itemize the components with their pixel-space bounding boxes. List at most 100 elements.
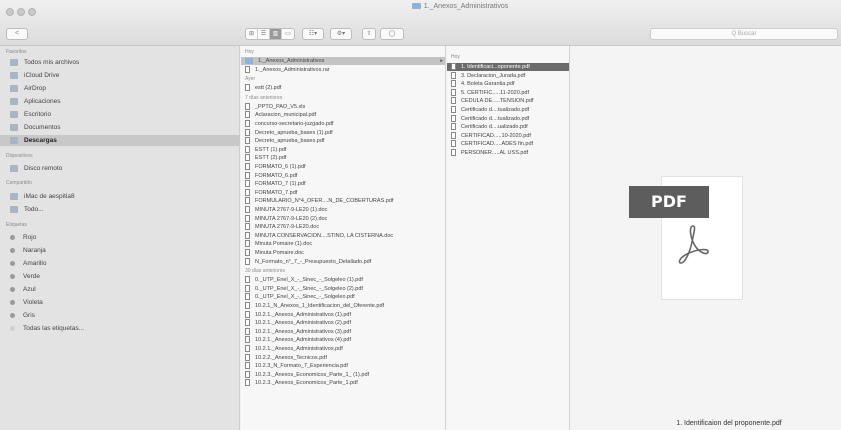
file-row[interactable]: Certificado d....tualizado.pdf [451, 106, 569, 114]
file-row[interactable]: 10.2.1._Anexos_Administrativos (2).pdf [245, 319, 445, 327]
pdf-file-icon [451, 106, 456, 114]
file-row[interactable]: FORMATO_7.pdf [245, 188, 445, 197]
file-row[interactable]: 10.2.3_N_Formato_7_Experiencia.pdf [245, 362, 445, 370]
file-row[interactable]: 10.2.3._Anexos_Economicos_Parte_1_ (1).p… [245, 370, 445, 379]
document-icon [245, 223, 250, 231]
file-row[interactable]: 10.2.1_N_Anexos_1_Identificacion_del_Ofe… [245, 302, 445, 310]
close-window-button[interactable] [6, 8, 14, 16]
file-row[interactable]: 10.2.1._Anexos_Administrativos (4).pdf [245, 336, 445, 344]
file-row[interactable]: Aclaracion_municipal.pdf [245, 111, 445, 119]
file-row[interactable]: concurso-secretario-juzgado.pdf [245, 120, 445, 128]
tag-dot-icon [10, 234, 15, 240]
icon-view-icon[interactable]: ⊞ [246, 29, 258, 39]
sidebar-all-tags[interactable]: Todas las etiquetas... [10, 323, 235, 334]
file-row[interactable]: Certificado d....ualizado.pdf [451, 123, 569, 131]
window-title: 1._Anexos_Administrativos [360, 3, 560, 10]
file-row[interactable]: 1. Identificaci...oponente.pdf [447, 63, 569, 71]
file-name: 10.2.1._Anexos_Administrativos (4).pdf [255, 337, 351, 344]
file-row[interactable]: 5. CERTIFIC.....11-2020.pdf [451, 88, 569, 97]
file-name: 1. Identificaci...oponente.pdf [461, 64, 530, 70]
file-row[interactable]: ESTT (1).pdf [245, 145, 445, 154]
file-row[interactable]: Decreto_aprueba_bases.pdf [245, 137, 445, 145]
sidebar-tag-violeta[interactable]: Violeta [10, 297, 235, 308]
sidebar-item-icloud[interactable]: iCloud Drive [10, 70, 235, 81]
action-gear-icon[interactable]: ⚙▾ [330, 28, 352, 40]
file-row[interactable]: FORMATO_7 (1).pdf [245, 180, 445, 188]
file-row[interactable]: PERSONER.....AL USS.pdf [451, 149, 569, 157]
file-row[interactable]: 10.2.1._Anexos_Administrativos (3).pdf [245, 327, 445, 336]
file-name: 0._UTP_Enel_X_-_Sinec_-_Solgeleo (2).pdf [255, 285, 363, 292]
file-row[interactable]: CEDULA DE.....TENSION.pdf [451, 97, 569, 105]
pdf-file-icon [451, 123, 456, 131]
file-row[interactable]: N_Formato_n°_7_-_Presupuesto_Detallado.p… [245, 257, 445, 266]
file-row[interactable]: 10.2.3._Anexos_Economicos_Parte_1.pdf [245, 379, 445, 387]
sidebar-item-all-files[interactable]: Todos mis archivos [10, 57, 235, 68]
sidebar-item-airdrop[interactable]: AirDrop [10, 83, 235, 94]
gallery-view-icon[interactable]: ▭ [282, 29, 294, 39]
file-row[interactable]: CERTIFICAD.....ADES fin.pdf [451, 140, 569, 148]
view-mode-selector[interactable]: ⊞ ☰ ▥ ▭ [245, 28, 295, 40]
search-input[interactable]: Q Buscar [650, 28, 838, 40]
file-row[interactable]: 10.2.1._Anexos_Administrativos (1).pdf [245, 310, 445, 319]
file-row[interactable]: FORMATO_6 (1).pdf [245, 163, 445, 171]
file-row[interactable]: 3. Declaracion_Jurada.pdf [451, 71, 569, 80]
file-row[interactable]: ESTT (2).pdf [245, 154, 445, 162]
file-name: FORMATO_7.pdf [255, 189, 298, 196]
file-row[interactable]: MINUTA 2767-9-LE20 (1).doc [245, 206, 445, 214]
file-row[interactable]: estt (2).pdf [245, 84, 445, 92]
folder-row[interactable]: 1._Anexos_Administrativos ▸ [241, 57, 445, 65]
file-row[interactable]: MINUTA 2767-9-LE20.doc [245, 223, 445, 231]
back-button[interactable]: < [6, 28, 28, 40]
file-row[interactable]: _PPTO_PAO_V5.xls [245, 102, 445, 111]
file-name: FORMULARIO_N°4_OFER....N_DE_COBERTURAS.p… [255, 198, 394, 205]
sidebar-item-applications[interactable]: Aplicaciones [10, 96, 235, 107]
file-row[interactable]: 1._Anexos_Administrativos.rar [245, 65, 445, 74]
cloud-icon [10, 71, 18, 79]
tags-icon[interactable]: ◯ [380, 28, 404, 40]
sidebar-item-remote-disk[interactable]: Disco remoto [10, 163, 235, 174]
file-column-2: Hoy 1. Identificaci...oponente.pdf 3. Decl… [447, 46, 570, 430]
sidebar-tag-gris[interactable]: Gris [10, 310, 235, 321]
file-name: concurso-secretario-juzgado.pdf [255, 121, 334, 127]
file-row[interactable]: 10.2.2._Anexos_Tecnicos.pdf [245, 353, 445, 362]
disk-icon [10, 164, 18, 172]
file-row[interactable]: CERTIFICAD.....10-2020.pdf [451, 131, 569, 140]
sidebar-item-documents[interactable]: Documentos [10, 122, 235, 133]
tag-dot-icon [10, 286, 15, 292]
minimize-window-button[interactable] [17, 8, 25, 16]
file-row[interactable]: 4. Boleta Garantia.pdf [451, 80, 569, 88]
sidebar-item-downloads[interactable]: Descargas [0, 135, 240, 146]
sidebar-tag-verde[interactable]: Verde [10, 271, 235, 282]
file-name: 5. CERTIFIC.....11-2020.pdf [461, 89, 529, 96]
list-view-icon[interactable]: ☰ [258, 29, 270, 39]
file-row[interactable]: MINUTA CONSERVACION....STINO, LA CISTERN… [245, 231, 445, 240]
file-row[interactable]: 0._UTP_Enel_X_-_Sinec_-_Solgeleo (1).pdf [245, 276, 445, 284]
document-icon [245, 137, 250, 145]
file-name: FORMATO_6 (1).pdf [255, 164, 306, 170]
sidebar-tag-naranja[interactable]: Naranja [10, 245, 235, 256]
sidebar-tag-azul[interactable]: Azul [10, 284, 235, 295]
share-icon[interactable]: ⇧ [362, 28, 376, 40]
file-row[interactable]: Minuta Pomaire (1).doc [245, 240, 445, 248]
file-row[interactable]: 0._UTP_Enel_X_-_Sinec_-_Solgeleo (2).pdf [245, 284, 445, 293]
file-row[interactable]: Certificado d....tualizado.pdf [451, 114, 569, 123]
sidebar-tag-rojo[interactable]: Rojo [10, 232, 235, 243]
sidebar-tag-amarillo[interactable]: Amarillo [10, 258, 235, 269]
file-name: ESTT (2).pdf [255, 155, 287, 162]
zoom-window-button[interactable] [28, 8, 36, 16]
file-row[interactable]: MINUTA 2767-9-LE20 (2).doc [245, 214, 445, 223]
sidebar-item-all-shared[interactable]: Todo... [10, 204, 235, 215]
file-row[interactable]: 0._UTP_Enel_X_-_Sinec_-_Solgeleo.pdf [245, 293, 445, 301]
group-by-button[interactable]: ☷▾ [302, 28, 324, 40]
file-name: 10.2.1._Anexos_Administrativos (3).pdf [255, 328, 351, 335]
file-row[interactable]: FORMATO_6.pdf [245, 171, 445, 180]
sidebar-item-desktop[interactable]: Escritorio [10, 109, 235, 120]
file-row[interactable]: Decreto_aprueba_bases (1).pdf [245, 128, 445, 137]
file-name: Certificado d....tualizado.pdf [461, 115, 530, 122]
column-view-icon[interactable]: ▥ [270, 29, 282, 39]
sidebar-item-imac[interactable]: iMac de aespitia8 [10, 191, 235, 202]
document-icon [245, 65, 250, 73]
file-row[interactable]: FORMULARIO_N°4_OFER....N_DE_COBERTURAS.p… [245, 197, 445, 205]
file-row[interactable]: Minuta Pomaire.doc [245, 249, 445, 257]
file-row[interactable]: 10.2.1._Anexos_Administrativos.pdf [245, 345, 445, 353]
